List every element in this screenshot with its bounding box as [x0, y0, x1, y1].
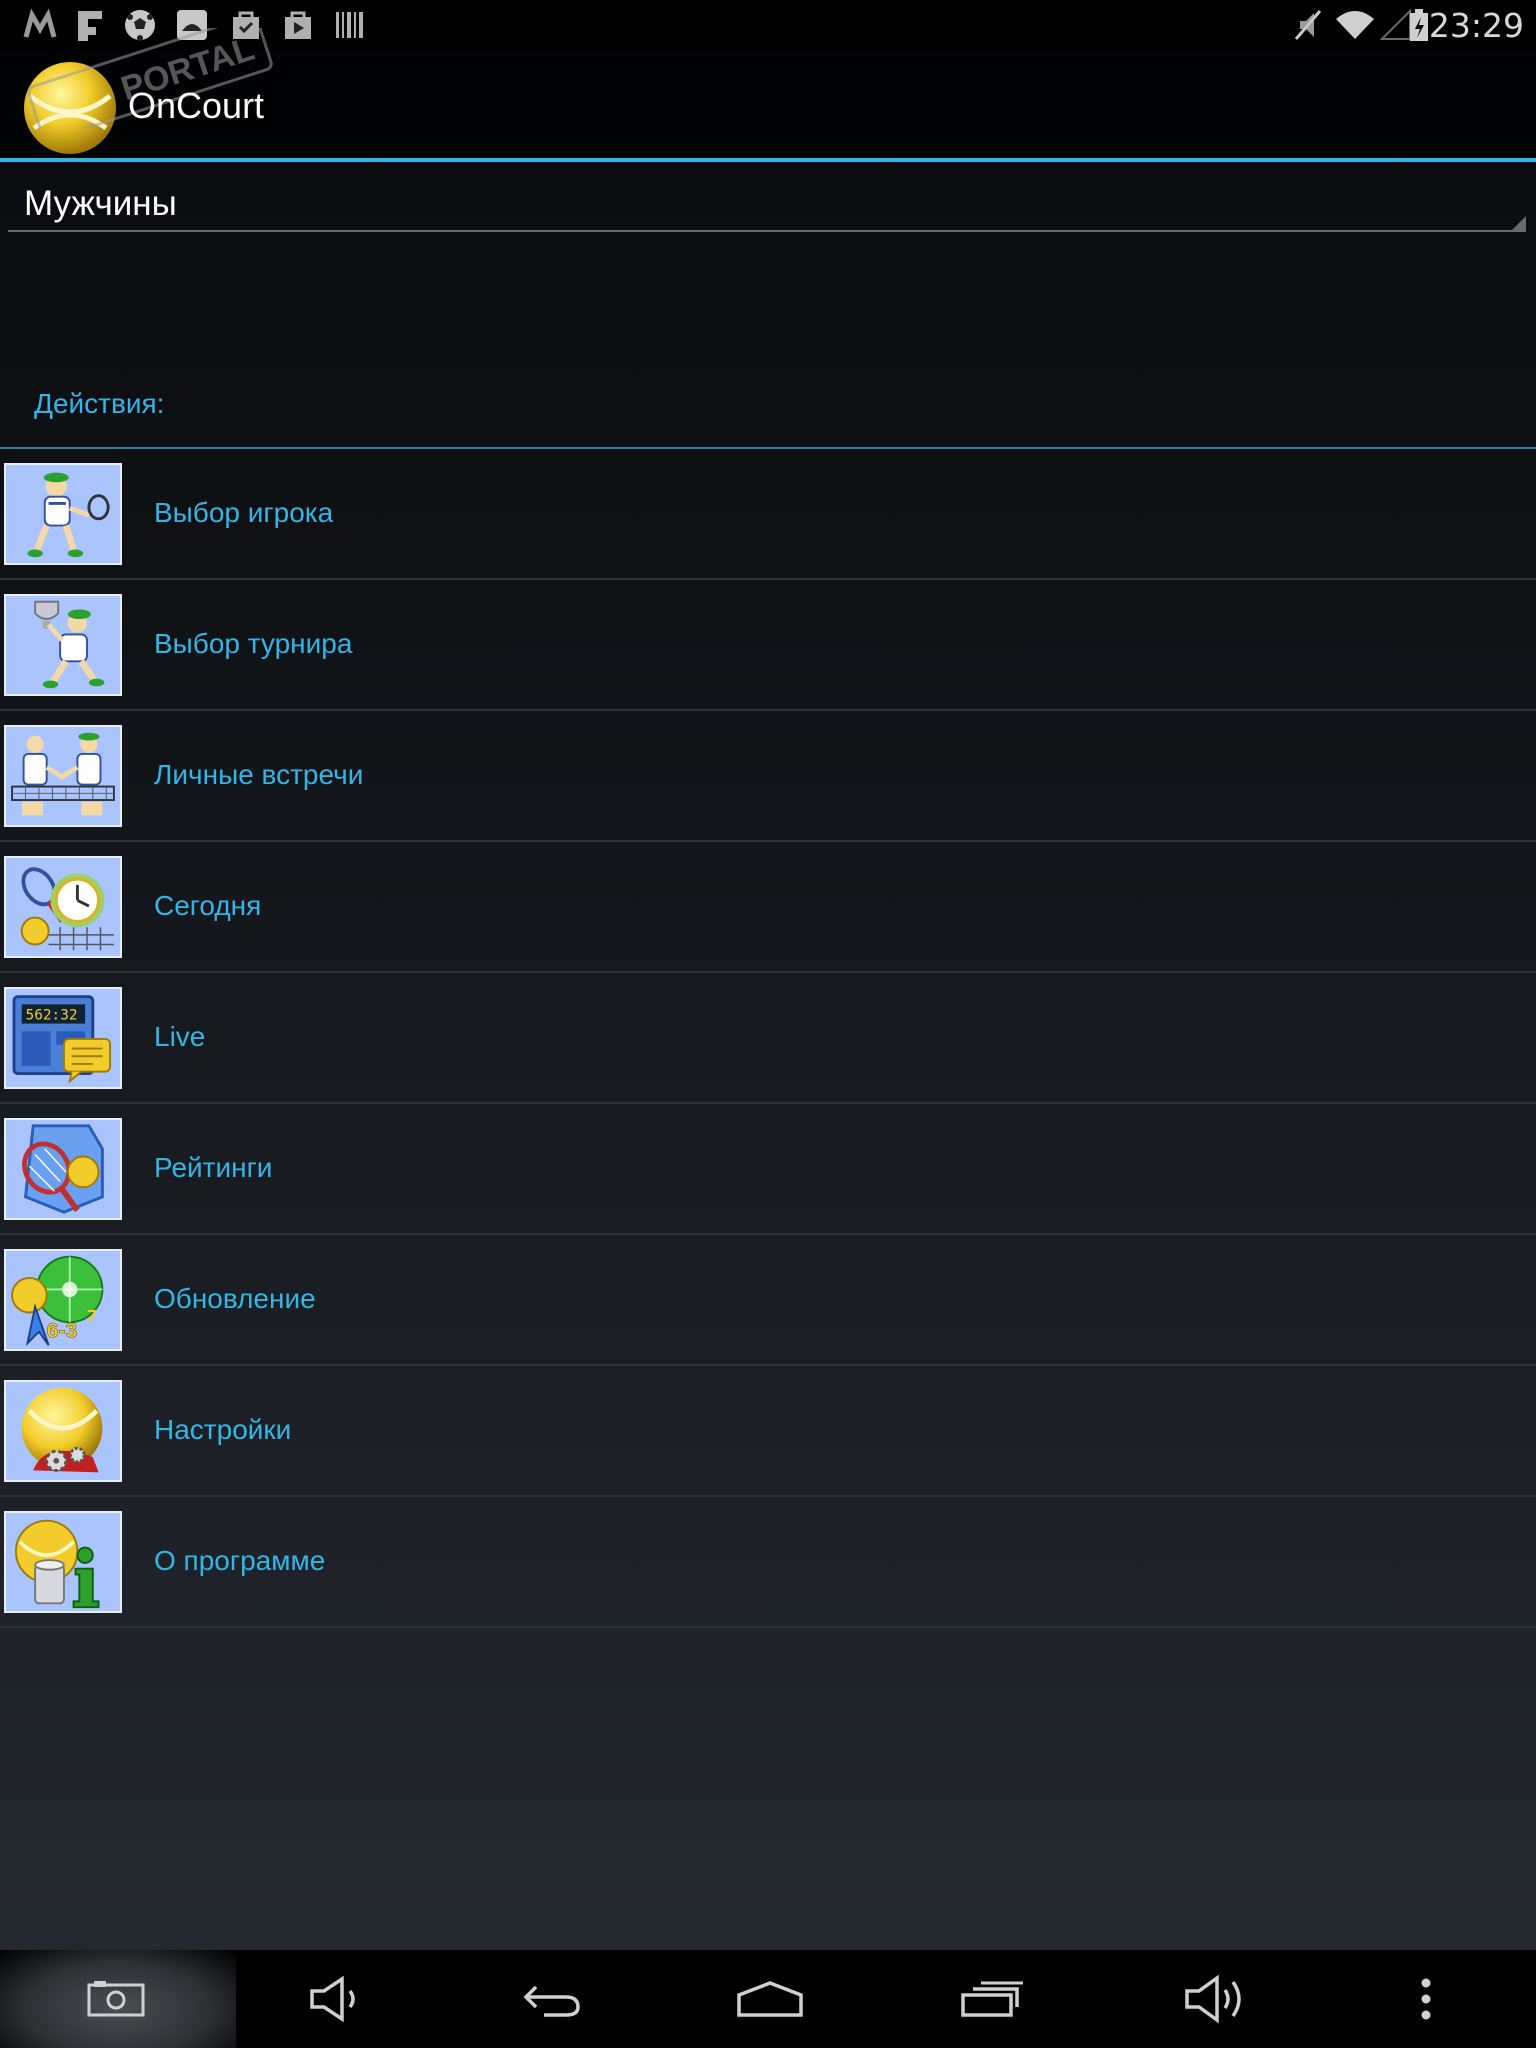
trophy-player-icon	[4, 594, 122, 696]
action-head-to-head[interactable]: Личные встречи	[0, 711, 1536, 842]
scoreboard-icon: 562:32	[4, 987, 122, 1089]
menu-icon	[1421, 1978, 1431, 2020]
volume-down-button[interactable]	[274, 1950, 394, 2048]
battery-icon	[1408, 7, 1430, 43]
action-bar-divider	[0, 158, 1536, 162]
mute-icon	[1290, 7, 1326, 43]
screenshot-button[interactable]	[56, 1950, 176, 2048]
action-label: Обновление	[154, 1283, 316, 1314]
action-live[interactable]: 562:32 Live	[0, 973, 1536, 1104]
update-icon: 6-3 7	[4, 1249, 122, 1351]
recents-button[interactable]	[932, 1950, 1052, 2048]
rankings-icon	[4, 1118, 122, 1220]
spinner-dropdown-indicator	[1510, 216, 1526, 232]
menu-button[interactable]	[1366, 1950, 1486, 2048]
spinner-underline	[8, 230, 1526, 232]
action-today[interactable]: Сегодня	[0, 842, 1536, 973]
action-list: Выбор игрока Выбор турнира Личные встреч…	[0, 449, 1536, 1628]
status-clock: 23:29	[1428, 6, 1524, 45]
app-logo-icon[interactable]	[20, 58, 120, 158]
action-about[interactable]: О программе	[0, 1497, 1536, 1628]
spinner-value: Мужчины	[24, 184, 177, 223]
recents-icon	[961, 1981, 1023, 2017]
home-button[interactable]	[710, 1950, 830, 2048]
action-label: Рейтинги	[154, 1152, 273, 1183]
category-spinner[interactable]: Мужчины	[8, 168, 1526, 232]
action-select-tournament[interactable]: Выбор турнира	[0, 580, 1536, 711]
action-label: Выбор игрока	[154, 497, 334, 528]
section-header: Действия:	[34, 388, 165, 419]
action-label: Личные встречи	[154, 759, 364, 790]
motorola-icon	[22, 7, 58, 43]
action-label: Live	[154, 1021, 206, 1052]
play-store-icon	[280, 7, 316, 43]
clock-icon	[4, 856, 122, 958]
settings-icon	[4, 1380, 122, 1482]
app-title: OnCourt	[128, 85, 265, 126]
about-icon	[4, 1511, 122, 1613]
action-settings[interactable]: Настройки	[0, 1366, 1536, 1497]
volume-up-icon	[1185, 1974, 1241, 2024]
head-to-head-icon	[4, 725, 122, 827]
action-label: Выбор турнира	[154, 628, 353, 659]
shopping-bag-icon	[228, 7, 264, 43]
action-label: Настройки	[154, 1414, 292, 1445]
app-screen: 23:29 PORTAL OnCourt Мужчины Действия: В…	[0, 0, 1536, 2048]
home-icon	[737, 1981, 803, 2017]
action-label: Сегодня	[154, 890, 262, 921]
action-select-player[interactable]: Выбор игрока	[0, 449, 1536, 580]
volume-up-button[interactable]	[1156, 1950, 1276, 2048]
svg-text:562:32: 562:32	[26, 1008, 78, 1024]
photo-icon	[174, 7, 210, 43]
status-bar: 23:29	[0, 0, 1536, 50]
flipboard-icon	[72, 7, 108, 43]
action-update[interactable]: 6-3 7 Обновление	[0, 1235, 1536, 1366]
screenshot-icon	[87, 1981, 145, 2017]
svg-text:7: 7	[87, 1306, 97, 1326]
svg-text:6-3: 6-3	[47, 1319, 78, 1342]
back-button[interactable]	[492, 1950, 612, 2048]
soccer-ball-icon	[122, 7, 158, 43]
action-label: О программе	[154, 1545, 326, 1576]
back-icon	[523, 1985, 580, 2017]
barcode-icon	[332, 7, 368, 43]
action-rankings[interactable]: Рейтинги	[0, 1104, 1536, 1235]
tennis-player-icon	[4, 463, 122, 565]
wifi-icon	[1334, 7, 1376, 43]
volume-down-icon	[310, 1975, 355, 2023]
